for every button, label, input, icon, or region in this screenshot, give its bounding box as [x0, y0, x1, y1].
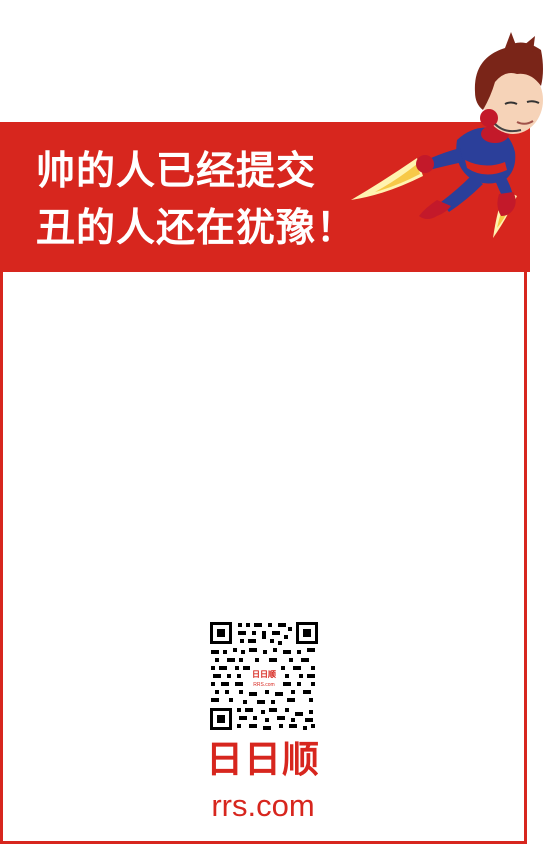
slogan-line-2: 丑的人还在犹豫！ — [36, 206, 357, 251]
qr-center-logo-text: 日日顺 — [252, 670, 276, 679]
flying-hero-mascot-icon — [351, 32, 543, 238]
slogan-line-1: 帅的人已经提交 — [36, 149, 317, 194]
brand-domain-text: rrs.com — [211, 788, 315, 823]
qr-center-logo-domain: RRS.com — [253, 682, 274, 688]
brand-logo-text: 日日顺 — [206, 738, 320, 781]
qr-code-icon: 日日顺 RRS.com — [208, 620, 320, 732]
